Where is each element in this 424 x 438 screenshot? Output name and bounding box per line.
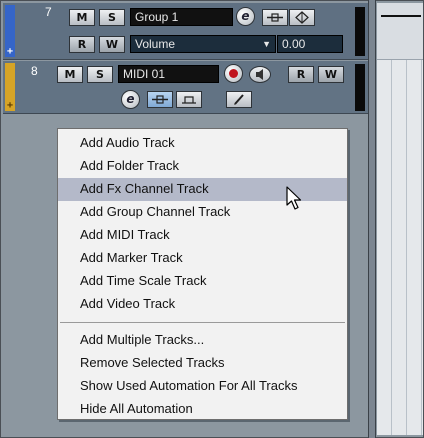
solo-button[interactable]: S xyxy=(99,9,125,26)
menu-item-add-multiple-tracks[interactable]: Add Multiple Tracks... xyxy=(58,329,347,352)
track-7-row[interactable]: + 7 M S Group 1 e R W Volume ▼ 0.00 xyxy=(3,3,368,60)
mute-button[interactable]: M xyxy=(69,9,95,26)
menu-item-add-folder-track[interactable]: Add Folder Track xyxy=(58,155,347,178)
track-context-menu: Add Audio Track Add Folder Track Add Fx … xyxy=(57,128,348,420)
expand-plus-icon[interactable]: + xyxy=(5,101,15,111)
automation-line xyxy=(381,15,421,17)
dropdown-arrow-icon[interactable]: ▼ xyxy=(262,36,271,52)
menu-item-add-audio-track[interactable]: Add Audio Track xyxy=(58,132,347,155)
automation-parameter-value: Volume xyxy=(135,37,176,51)
write-automation-button[interactable]: W xyxy=(318,66,344,83)
write-automation-button[interactable]: W xyxy=(99,36,125,53)
track-name-field[interactable]: Group 1 xyxy=(130,8,233,26)
track-number: 8 xyxy=(31,64,38,78)
automation-value-field[interactable]: 0.00 xyxy=(277,35,343,53)
track-color-strip[interactable]: + xyxy=(5,5,15,57)
track-color-strip[interactable]: + xyxy=(5,63,15,111)
automation-parameter-select[interactable]: Volume ▼ xyxy=(130,35,276,53)
menu-item-hide-all-automation[interactable]: Hide All Automation xyxy=(58,398,347,421)
menu-item-add-midi-track[interactable]: Add MIDI Track xyxy=(58,224,347,247)
menu-item-add-time-scale-track[interactable]: Add Time Scale Track xyxy=(58,270,347,293)
track-8-row[interactable]: + 8 M S MIDI 01 R W e xyxy=(3,61,368,114)
menu-item-remove-selected-tracks[interactable]: Remove Selected Tracks xyxy=(58,352,347,375)
mute-button[interactable]: M xyxy=(57,66,83,83)
sends-icon[interactable] xyxy=(176,91,202,108)
group-track-lane[interactable] xyxy=(377,3,423,60)
insert-icon[interactable] xyxy=(147,91,173,108)
record-enable-button[interactable] xyxy=(224,64,243,83)
expand-plus-icon[interactable]: + xyxy=(5,47,15,57)
menu-item-add-video-track[interactable]: Add Video Track xyxy=(58,293,347,316)
solo-button[interactable]: S xyxy=(87,66,113,83)
menu-separator xyxy=(60,322,345,323)
edit-channel-button[interactable]: e xyxy=(121,90,140,109)
track-name-field[interactable]: MIDI 01 xyxy=(118,65,219,83)
track-number: 7 xyxy=(45,5,52,19)
event-display[interactable] xyxy=(377,3,423,435)
menu-item-show-used-automation[interactable]: Show Used Automation For All Tracks xyxy=(58,375,347,398)
edit-channel-button[interactable]: e xyxy=(236,7,255,26)
read-automation-button[interactable]: R xyxy=(69,36,95,53)
level-meter xyxy=(355,64,365,111)
splitter[interactable] xyxy=(368,0,376,438)
menu-item-add-marker-track[interactable]: Add Marker Track xyxy=(58,247,347,270)
pencil-icon[interactable] xyxy=(226,91,252,108)
mouse-cursor-icon xyxy=(286,186,302,210)
monitor-speaker-icon[interactable] xyxy=(249,66,271,83)
read-automation-button[interactable]: R xyxy=(288,66,314,83)
insert-icon[interactable] xyxy=(262,9,288,26)
level-meter xyxy=(355,7,365,56)
sends-icon[interactable] xyxy=(289,9,315,26)
